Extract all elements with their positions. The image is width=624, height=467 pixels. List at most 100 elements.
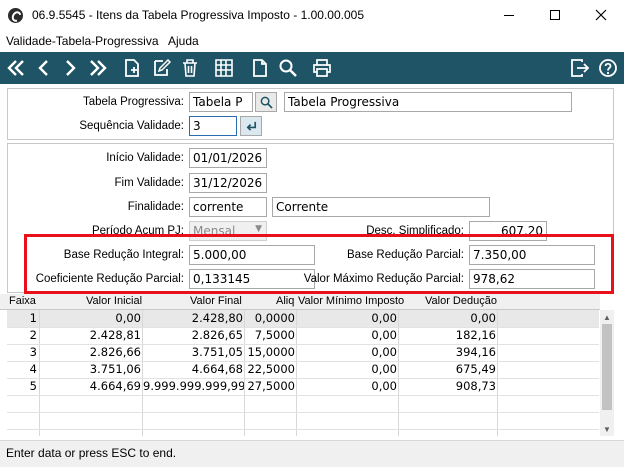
cell-aliq: 7,5000 xyxy=(254,328,295,342)
inicio-validade-field[interactable]: 01/01/2026 xyxy=(189,148,267,168)
cell-valor-final: 9.999.999.999,99 xyxy=(143,379,246,393)
cell-valor-inicial: 0,00 xyxy=(115,311,141,325)
inicio-label: Início Validade: xyxy=(106,152,184,164)
cell-valor-deducao: 675,49 xyxy=(455,362,496,376)
column-valor-minimo[interactable]: Valor Mínimo Imposto xyxy=(298,295,404,307)
search-icon xyxy=(260,96,273,109)
minimize-button[interactable] xyxy=(486,0,532,30)
grid-divider xyxy=(7,429,599,430)
chevron-down-icon: ▼ xyxy=(255,224,262,234)
fim-validade-field[interactable]: 31/12/2026 xyxy=(189,173,267,193)
menu-ajuda[interactable]: Ajuda xyxy=(168,34,199,48)
grid-divider xyxy=(7,361,599,362)
status-text: Enter data or press ESC to end. xyxy=(6,446,177,460)
cell-valor-minimo: 0,00 xyxy=(371,311,397,325)
cell-valor-final: 4.664,68 xyxy=(191,362,243,376)
cell-aliq: 27,5000 xyxy=(247,379,295,393)
finalidade-label: Finalidade: xyxy=(127,201,184,213)
grid-divider xyxy=(142,310,143,436)
next-record-button[interactable] xyxy=(58,56,82,80)
maximize-button[interactable] xyxy=(532,0,578,30)
last-record-button[interactable] xyxy=(86,56,110,80)
tabela-search-button[interactable] xyxy=(255,92,277,112)
column-valor-deducao[interactable]: Valor Dedução xyxy=(425,295,497,307)
cell-valor-deducao: 394,16 xyxy=(455,345,496,359)
column-valor-final[interactable]: Valor Final xyxy=(190,295,242,307)
exit-button[interactable] xyxy=(568,56,592,80)
sequencia-enter-button[interactable] xyxy=(240,116,262,136)
cell-valor-inicial: 2.428,81 xyxy=(89,328,141,342)
column-valor-inicial[interactable]: Valor Inicial xyxy=(86,295,142,307)
table-row[interactable]: 4 3.751,06 4.664,68 22,5000 0,00 675,49 xyxy=(7,361,599,378)
tabela-code-field[interactable]: Tabela P xyxy=(189,92,253,112)
previous-record-button[interactable] xyxy=(32,56,56,80)
fim-label: Fim Validade: xyxy=(114,177,184,189)
grid-divider xyxy=(7,378,599,379)
document-icon xyxy=(253,59,267,77)
cell-aliq: 22,5000 xyxy=(247,362,295,376)
table-row[interactable]: 3 2.826,66 3.751,05 15,0000 0,00 394,16 xyxy=(7,344,599,361)
data-grid: 1 0,00 2.428,80 0,0000 0,00 0,00 2 2.428… xyxy=(7,310,599,436)
edit-icon xyxy=(154,58,172,76)
close-button[interactable] xyxy=(578,0,624,30)
cell-valor-final: 2.826,65 xyxy=(191,328,243,342)
cell-valor-minimo: 0,00 xyxy=(371,328,397,342)
menu-validade[interactable]: Validade-Tabela-Progressiva xyxy=(6,34,159,48)
grid-divider xyxy=(39,310,40,436)
status-bar: Enter data or press ESC to end. xyxy=(0,440,624,467)
grid-divider xyxy=(7,395,599,396)
cell-valor-final: 3.751,05 xyxy=(191,345,243,359)
cell-valor-deducao: 908,73 xyxy=(455,379,496,393)
column-aliq[interactable]: Aliq xyxy=(276,295,294,307)
exit-icon xyxy=(571,59,590,77)
scroll-thumb[interactable] xyxy=(602,324,612,410)
cell-valor-minimo: 0,00 xyxy=(371,345,397,359)
new-record-button[interactable] xyxy=(120,56,144,80)
grid-divider xyxy=(7,344,599,345)
first-record-button[interactable] xyxy=(4,56,28,80)
print-icon xyxy=(313,59,331,77)
title-bar: 06.9.5545 - Itens da Tabela Progressiva … xyxy=(0,0,624,30)
highlight-box xyxy=(24,234,614,294)
cell-valor-inicial: 3.751,06 xyxy=(89,362,141,376)
finalidade-description-field: Corrente xyxy=(272,197,490,217)
window-title: 06.9.5545 - Itens da Tabela Progressiva … xyxy=(32,8,364,22)
table-row[interactable]: 5 4.664,69 9.999.999.999,99 27,5000 0,00… xyxy=(7,378,599,395)
column-faixa[interactable]: Faixa xyxy=(9,295,36,307)
tabela-description-field: Tabela Progressiva xyxy=(284,92,572,112)
cell-faixa: 5 xyxy=(29,379,37,393)
tabela-label: Tabela Progressiva: xyxy=(83,96,184,108)
cell-valor-deducao: 182,16 xyxy=(455,328,496,342)
table-row[interactable]: 1 0,00 2.428,80 0,0000 0,00 0,00 xyxy=(7,310,599,327)
grid-scrollbar[interactable]: ▲ ▼ xyxy=(600,310,614,436)
scroll-up-icon[interactable]: ▲ xyxy=(600,310,614,324)
help-button[interactable] xyxy=(596,56,620,80)
grid-view-button[interactable] xyxy=(212,56,236,80)
delete-record-button[interactable] xyxy=(178,56,202,80)
cell-aliq: 0,0000 xyxy=(254,311,295,325)
cell-valor-minimo: 0,00 xyxy=(371,362,397,376)
search-icon xyxy=(279,59,297,77)
table-row[interactable]: 2 2.428,81 2.826,65 7,5000 0,00 182,16 xyxy=(7,327,599,344)
cell-valor-minimo: 0,00 xyxy=(371,379,397,393)
search-button[interactable] xyxy=(276,56,300,80)
cell-valor-inicial: 2.826,66 xyxy=(89,345,141,359)
cell-faixa: 4 xyxy=(29,362,37,376)
finalidade-code-field[interactable]: corrente xyxy=(189,197,267,217)
toolbar xyxy=(0,52,624,84)
print-button[interactable] xyxy=(310,56,334,80)
last-icon xyxy=(90,60,107,76)
first-icon xyxy=(7,60,24,76)
edit-record-button[interactable] xyxy=(150,56,174,80)
document-button[interactable] xyxy=(248,56,272,80)
grid-divider xyxy=(7,327,599,328)
next-icon xyxy=(66,60,76,76)
grid-divider xyxy=(398,310,399,436)
scroll-down-icon[interactable]: ▼ xyxy=(600,422,614,436)
sequencia-field[interactable]: 3 xyxy=(189,116,237,136)
menu-bar: Validade-Tabela-Progressiva Ajuda xyxy=(0,30,624,50)
cell-faixa: 1 xyxy=(29,311,37,325)
previous-icon xyxy=(38,60,48,76)
enter-icon xyxy=(246,121,256,131)
close-icon xyxy=(595,9,607,21)
